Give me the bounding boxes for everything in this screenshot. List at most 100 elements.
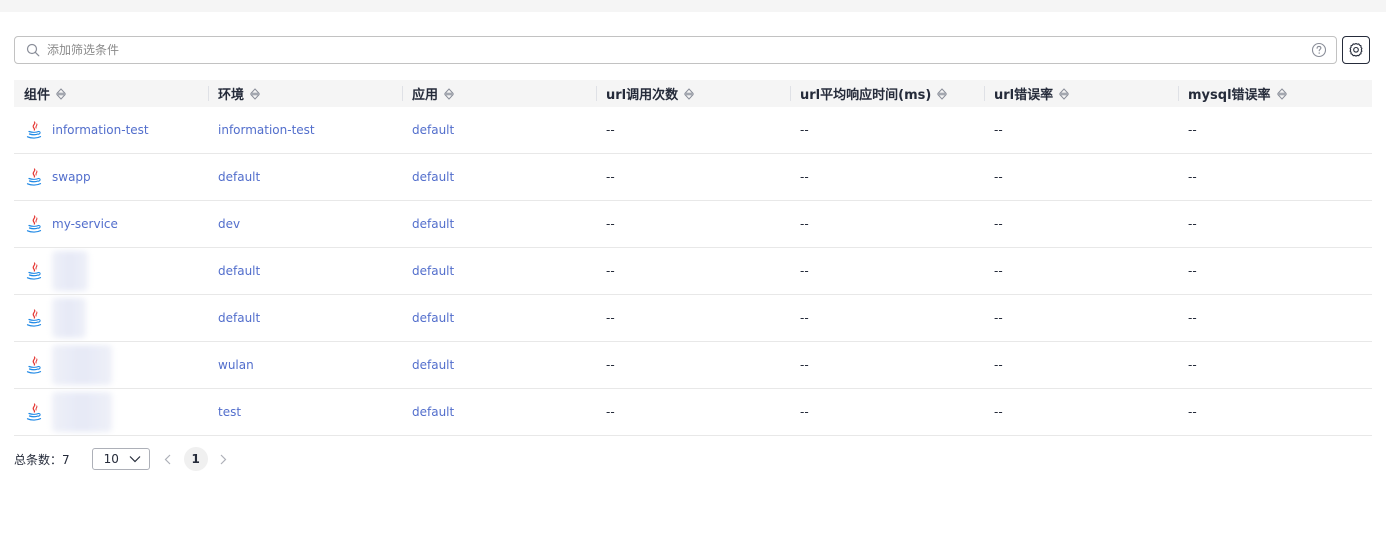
table-settings-button[interactable] bbox=[1342, 36, 1370, 64]
url-error-rate-cell: -- bbox=[984, 153, 1178, 201]
mysql-error-rate-cell: -- bbox=[1178, 153, 1372, 201]
page-number-current[interactable]: 1 bbox=[183, 447, 208, 471]
env-link[interactable]: default bbox=[218, 264, 260, 278]
column-header-url-avg-time[interactable]: url平均响应时间(ms) bbox=[790, 80, 984, 107]
search-box[interactable] bbox=[14, 36, 1337, 64]
sort-icon[interactable] bbox=[684, 87, 695, 100]
url-avg-ms-value: -- bbox=[800, 311, 809, 325]
app-link[interactable]: default bbox=[412, 123, 454, 137]
mysql-error-rate-cell: -- bbox=[1178, 388, 1372, 436]
url-avg-ms-value: -- bbox=[800, 264, 809, 278]
column-header-url-calls[interactable]: url调用次数 bbox=[596, 80, 790, 107]
url-calls-value: -- bbox=[606, 123, 615, 137]
mysql-err-value: -- bbox=[1188, 217, 1197, 231]
app-cell: default bbox=[402, 153, 596, 201]
url-error-rate-cell: -- bbox=[984, 341, 1178, 389]
env-link[interactable]: wulan bbox=[218, 358, 254, 372]
mysql-error-rate-cell: -- bbox=[1178, 247, 1372, 295]
component-cell-content bbox=[24, 298, 198, 338]
mysql-err-value: -- bbox=[1188, 311, 1197, 325]
java-icon bbox=[26, 215, 42, 233]
sort-icon[interactable] bbox=[56, 87, 67, 100]
table-row: test default -- -- -- -- bbox=[14, 388, 1372, 436]
java-icon bbox=[26, 309, 42, 327]
sort-icon[interactable] bbox=[250, 87, 261, 100]
chevron-down-icon bbox=[129, 456, 141, 463]
url-err-value: -- bbox=[994, 264, 1003, 278]
url-calls-cell: -- bbox=[596, 200, 790, 248]
url-avg-time-cell: -- bbox=[790, 294, 984, 342]
sort-icon[interactable] bbox=[1276, 87, 1287, 100]
app-cell: default bbox=[402, 107, 596, 154]
sort-icon[interactable] bbox=[937, 87, 948, 100]
app-link[interactable]: default bbox=[412, 217, 454, 231]
column-header-label: url错误率 bbox=[994, 88, 1054, 103]
component-link[interactable]: information-test bbox=[52, 123, 149, 137]
component-link[interactable]: my-service bbox=[52, 217, 118, 231]
env-link[interactable]: default bbox=[218, 311, 260, 325]
env-link[interactable]: information-test bbox=[218, 123, 315, 137]
app-cell: default bbox=[402, 294, 596, 342]
app-link[interactable]: default bbox=[412, 264, 454, 278]
total-count: 总条数：7 bbox=[14, 452, 70, 467]
url-err-value: -- bbox=[994, 358, 1003, 372]
url-err-value: -- bbox=[994, 123, 1003, 137]
component-cell: my-service bbox=[14, 200, 208, 248]
env-cell: dev bbox=[208, 200, 402, 248]
url-avg-ms-value: -- bbox=[800, 405, 809, 419]
env-link[interactable]: default bbox=[218, 170, 260, 184]
page-size-select[interactable]: 10 bbox=[91, 448, 150, 470]
table-body: information-test information-test default -… bbox=[14, 107, 1372, 436]
app-link[interactable]: default bbox=[412, 311, 454, 325]
app-link[interactable]: default bbox=[412, 170, 454, 184]
app-link[interactable]: default bbox=[412, 358, 454, 372]
filter-input[interactable] bbox=[47, 40, 1297, 60]
column-header-env[interactable]: 环境 bbox=[208, 80, 402, 107]
url-avg-time-cell: -- bbox=[790, 388, 984, 436]
component-cell: swapp bbox=[14, 153, 208, 201]
url-calls-cell: -- bbox=[596, 294, 790, 342]
env-link[interactable]: dev bbox=[218, 217, 240, 231]
url-error-rate-cell: -- bbox=[984, 388, 1178, 436]
url-error-rate-cell: -- bbox=[984, 200, 1178, 248]
component-cell-content bbox=[24, 392, 198, 432]
url-error-rate-cell: -- bbox=[984, 294, 1178, 342]
env-link[interactable]: test bbox=[218, 405, 241, 419]
app-cell: default bbox=[402, 341, 596, 389]
sort-icon[interactable] bbox=[1059, 87, 1070, 100]
table-header-row: 组件 环境 应用 url调用次数 url平均响应时间(ms) url错误率 my… bbox=[14, 80, 1372, 107]
app-link[interactable]: default bbox=[412, 405, 454, 419]
app-cell: default bbox=[402, 200, 596, 248]
url-avg-time-cell: -- bbox=[790, 107, 984, 154]
url-calls-cell: -- bbox=[596, 153, 790, 201]
next-page-button[interactable] bbox=[218, 453, 230, 465]
services-table: 组件 环境 应用 url调用次数 url平均响应时间(ms) url错误率 my… bbox=[14, 80, 1372, 436]
column-header-mysql-error-rate[interactable]: mysql错误率 bbox=[1178, 80, 1372, 107]
column-header-app[interactable]: 应用 bbox=[402, 80, 596, 107]
url-avg-ms-value: -- bbox=[800, 217, 809, 231]
java-icon bbox=[26, 168, 42, 186]
column-header-component[interactable]: 组件 bbox=[14, 80, 208, 107]
mysql-error-rate-cell: -- bbox=[1178, 107, 1372, 154]
redacted-component-name bbox=[52, 345, 112, 385]
prev-page-button[interactable] bbox=[162, 453, 174, 465]
component-link[interactable]: swapp bbox=[52, 170, 91, 184]
url-calls-value: -- bbox=[606, 264, 615, 278]
column-header-label: mysql错误率 bbox=[1188, 88, 1271, 103]
column-header-label: url调用次数 bbox=[606, 88, 679, 103]
url-avg-time-cell: -- bbox=[790, 341, 984, 389]
mysql-error-rate-cell: -- bbox=[1178, 294, 1372, 342]
url-calls-value: -- bbox=[606, 217, 615, 231]
table-row: my-service dev default -- -- -- -- bbox=[14, 200, 1372, 248]
column-header-url-error-rate[interactable]: url错误率 bbox=[984, 80, 1178, 107]
url-avg-time-cell: -- bbox=[790, 247, 984, 295]
java-icon bbox=[26, 262, 42, 280]
redacted-component-name bbox=[52, 392, 112, 432]
table-row: default default -- -- -- -- bbox=[14, 247, 1372, 295]
url-calls-value: -- bbox=[606, 358, 615, 372]
sort-icon[interactable] bbox=[444, 87, 455, 100]
help-icon[interactable] bbox=[1311, 42, 1327, 58]
component-cell-content: information-test bbox=[24, 120, 198, 140]
component-cell: information-test bbox=[14, 107, 208, 154]
page-size-value: 10 bbox=[103, 452, 119, 466]
